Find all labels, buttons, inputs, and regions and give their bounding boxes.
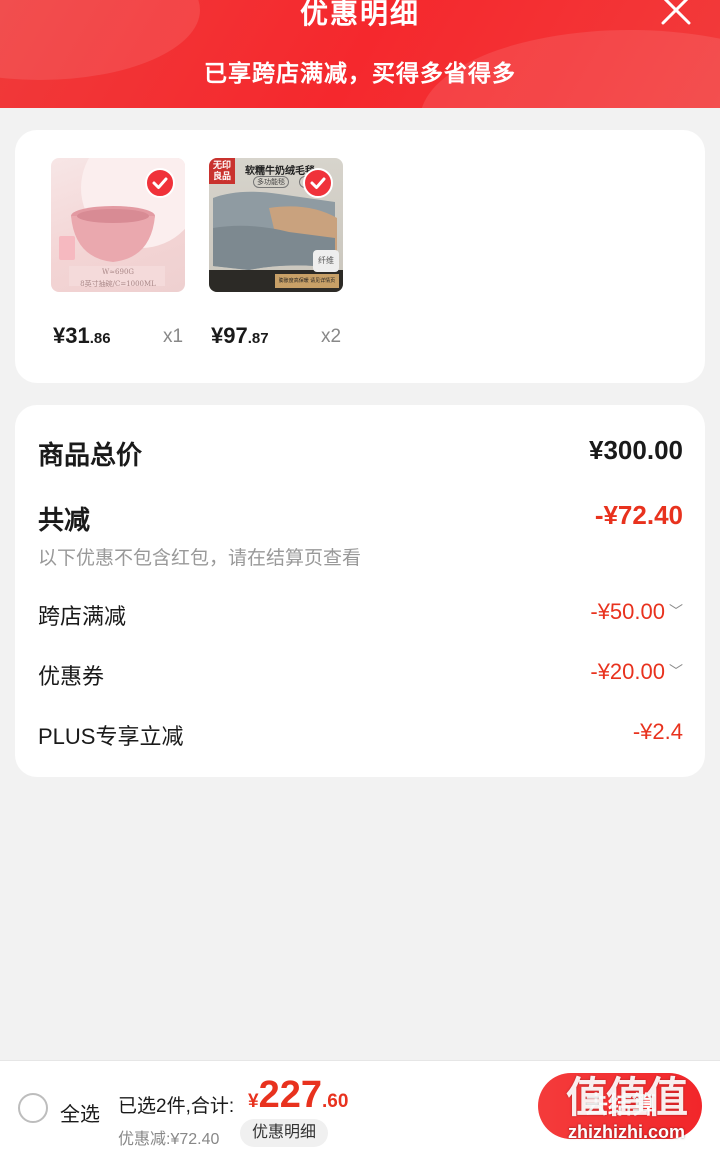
chevron-down-icon: ﹀ [669, 663, 683, 679]
discount-item-value[interactable]: -¥50.00 ﹀ [590, 599, 683, 625]
total-amount: ¥227.60 [248, 1074, 348, 1117]
discount-item-value: -¥2.4 [632, 719, 683, 744]
discount-summary: 优惠减:¥72.40 [118, 1131, 220, 1148]
discount-note: 以下优惠不包含红包，请在结算页查看 [38, 548, 362, 569]
total-price-label: 商品总价 [38, 440, 143, 470]
price-integer: ¥31 [53, 323, 90, 348]
product-image-tag: 纤维 [313, 250, 339, 272]
product-price: ¥31.86 [53, 323, 111, 349]
product-image-caption: W≈690G [101, 268, 134, 276]
select-all-radio[interactable] [18, 1093, 48, 1123]
page-subtitle: 已享跨店满减，买得多省得多 [204, 60, 516, 86]
total-decimal: .60 [321, 1091, 349, 1112]
brand-badge: 无印良品 [209, 158, 235, 184]
close-button[interactable] [658, 0, 694, 28]
price-decimal: .87 [247, 330, 269, 347]
chevron-down-icon: ﹀ [669, 603, 683, 619]
close-icon [661, 0, 691, 25]
watermark-url: zhizhizhi.com [568, 1122, 685, 1142]
selected-count-label: 已选2件,合计: [118, 1096, 235, 1117]
total-price-value: ¥300.00 [589, 435, 683, 465]
total-reduce-label: 共减 [38, 505, 91, 535]
discount-amount: -¥20.00 [590, 659, 665, 684]
discount-item-label: 跨店满减 [38, 604, 127, 629]
product-price: ¥97.87 [211, 323, 269, 349]
discount-detail-button[interactable]: 优惠明细 [240, 1119, 329, 1147]
checkmark-icon [152, 177, 168, 189]
total-integer: 227 [258, 1074, 322, 1116]
product-image-footer: 膨胀度高保暖 请见详情页 [278, 278, 336, 284]
product-quantity: x1 [163, 326, 184, 347]
discount-details-card: 商品总价 ¥300.00 共减 -¥72.40 以下优惠不包含红包，请在结算页查… [15, 405, 705, 777]
product-image[interactable]: 无印良品 软糯牛奶绒毛毯 多功能毯 中毯 纤维 膨胀度高保暖 请见详情页 [209, 158, 343, 292]
discount-amount: -¥50.00 [590, 599, 665, 624]
page-title: 优惠明细 [299, 0, 420, 29]
price-decimal: .86 [89, 330, 111, 347]
discount-item-label: PLUS专享立减 [38, 724, 184, 749]
product-quantity: x2 [321, 326, 342, 347]
products-card: W≈690G 8英寸抽碗/C=1000ML ¥31.86 x1 无印良品 软糯牛 [15, 130, 705, 383]
checkmark-icon [310, 177, 326, 189]
watermark-logo: 值值值 [566, 1074, 688, 1121]
price-integer: ¥97 [211, 323, 248, 348]
total-reduce-value: -¥72.40 [594, 500, 683, 530]
product-image-tag: 多功能毯 [253, 176, 289, 188]
product-image-caption: 8英寸抽碗/C=1000ML [80, 280, 156, 288]
currency-symbol: ¥ [248, 1091, 259, 1112]
selected-check-icon[interactable] [303, 168, 333, 198]
select-all-label[interactable]: 全选 [60, 1098, 100, 1127]
selected-check-icon[interactable] [145, 168, 175, 198]
product-image[interactable]: W≈690G 8英寸抽碗/C=1000ML [51, 158, 185, 292]
discount-item-value[interactable]: -¥20.00 ﹀ [590, 659, 683, 685]
header-banner: 优惠明细 已享跨店满减，买得多省得多 [0, 0, 720, 108]
discount-item-label: 优惠券 [38, 664, 105, 689]
